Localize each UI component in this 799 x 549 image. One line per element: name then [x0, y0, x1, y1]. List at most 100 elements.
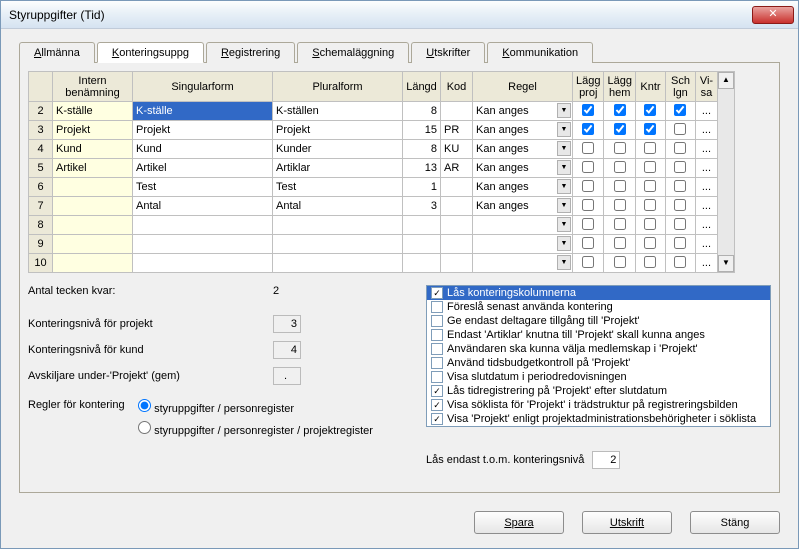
column-header[interactable]: Längd	[403, 72, 441, 102]
table-row[interactable]: 5ArtikelArtikelArtiklar13ARKan anges▼...	[29, 159, 718, 178]
chevron-down-icon[interactable]: ▼	[557, 217, 571, 232]
ellipsis-button[interactable]: ...	[695, 140, 717, 159]
ellipsis-button[interactable]: ...	[695, 216, 717, 235]
option-item[interactable]: ✓Visa söklista för 'Projekt' i trädstruk…	[427, 398, 770, 412]
column-header[interactable]: Vi-sa	[695, 72, 717, 102]
column-header[interactable]: Kod	[441, 72, 473, 102]
ellipsis-button[interactable]: ...	[695, 235, 717, 254]
radio-opt-1[interactable]	[138, 399, 151, 412]
ellipsis-button[interactable]: ...	[695, 197, 717, 216]
grid-checkbox[interactable]	[644, 180, 656, 192]
tab-schemaläggning[interactable]: Schemaläggning	[297, 42, 409, 63]
grid-checkbox[interactable]	[582, 142, 594, 154]
column-header[interactable]: Läggproj	[573, 72, 604, 102]
option-item[interactable]: Använd tidsbudgetkontroll på 'Projekt'	[427, 356, 770, 370]
table-row[interactable]: 10▼...	[29, 254, 718, 273]
grid-checkbox[interactable]	[644, 237, 656, 249]
grid-checkbox[interactable]	[614, 199, 626, 211]
chevron-down-icon[interactable]: ▼	[557, 255, 571, 270]
grid-checkbox[interactable]	[674, 180, 686, 192]
option-item[interactable]: Ge endast deltagare tillgång till 'Proje…	[427, 314, 770, 328]
grid-checkbox[interactable]	[614, 218, 626, 230]
option-item[interactable]: Användaren ska kunna välja medlemskap i …	[427, 342, 770, 356]
grid-checkbox[interactable]	[644, 123, 656, 135]
grid-checkbox[interactable]	[614, 180, 626, 192]
grid-checkbox[interactable]	[614, 256, 626, 268]
grid-checkbox[interactable]	[582, 199, 594, 211]
projekt-level-input[interactable]	[273, 315, 301, 333]
option-item[interactable]: ✓Visa 'Projekt' enligt projektadministra…	[427, 412, 770, 426]
grid-checkbox[interactable]	[674, 161, 686, 173]
grid-checkbox[interactable]	[614, 161, 626, 173]
radio-opt-2[interactable]	[138, 421, 151, 434]
chevron-down-icon[interactable]: ▼	[557, 122, 571, 137]
grid-checkbox[interactable]	[644, 161, 656, 173]
column-header[interactable]: Singularform	[133, 72, 273, 102]
ellipsis-button[interactable]: ...	[695, 159, 717, 178]
grid-checkbox[interactable]	[582, 123, 594, 135]
option-item[interactable]: Endast 'Artiklar' knutna till 'Projekt' …	[427, 328, 770, 342]
column-header[interactable]: Internbenämning	[53, 72, 133, 102]
table-row[interactable]: 6TestTest1Kan anges▼...	[29, 178, 718, 197]
grid-checkbox[interactable]	[582, 104, 594, 116]
grid-checkbox[interactable]	[644, 199, 656, 211]
grid-checkbox[interactable]	[582, 218, 594, 230]
table-row[interactable]: 3ProjektProjektProjekt15PRKan anges▼...	[29, 121, 718, 140]
table-row[interactable]: 4KundKundKunder8KUKan anges▼...	[29, 140, 718, 159]
option-item[interactable]: ✓Lås tidregistrering på 'Projekt' efter …	[427, 384, 770, 398]
grid-checkbox[interactable]	[674, 104, 686, 116]
grid-checkbox[interactable]	[644, 142, 656, 154]
chevron-down-icon[interactable]: ▼	[557, 141, 571, 156]
checkbox-icon[interactable]	[431, 371, 443, 383]
kund-level-input[interactable]	[273, 341, 301, 359]
chevron-down-icon[interactable]: ▼	[557, 179, 571, 194]
tab-konteringsuppg[interactable]: Konteringsuppg	[97, 42, 204, 63]
grid-checkbox[interactable]	[674, 256, 686, 268]
checkbox-icon[interactable]	[431, 329, 443, 341]
close-icon[interactable]: ✕	[752, 6, 794, 24]
ellipsis-button[interactable]: ...	[695, 121, 717, 140]
grid-checkbox[interactable]	[674, 199, 686, 211]
grid-checkbox[interactable]	[614, 142, 626, 154]
grid-checkbox[interactable]	[614, 123, 626, 135]
checkbox-icon[interactable]	[431, 357, 443, 369]
options-list[interactable]: ✓Lås konteringskolumnernaFöreslå senast …	[426, 285, 771, 427]
scroll-down-icon[interactable]: ▼	[718, 255, 734, 272]
grid-checkbox[interactable]	[614, 237, 626, 249]
column-header[interactable]: Pluralform	[273, 72, 403, 102]
column-header[interactable]: Schlgn	[665, 72, 695, 102]
checkbox-icon[interactable]: ✓	[431, 385, 443, 397]
checkbox-icon[interactable]	[431, 315, 443, 327]
option-item[interactable]: ✓Lås konteringskolumnerna	[427, 286, 770, 300]
checkbox-icon[interactable]: ✓	[431, 413, 443, 425]
column-header[interactable]	[29, 72, 53, 102]
grid-checkbox[interactable]	[582, 256, 594, 268]
grid-scrollbar[interactable]: ▲ ▼	[718, 71, 735, 273]
grid-checkbox[interactable]	[674, 142, 686, 154]
avskilj-input[interactable]	[273, 367, 301, 385]
ellipsis-button[interactable]: ...	[695, 102, 717, 121]
chevron-down-icon[interactable]: ▼	[557, 236, 571, 251]
column-header[interactable]: Lägghem	[604, 72, 635, 102]
tab-kommunikation[interactable]: Kommunikation	[487, 42, 593, 63]
lock-level-input[interactable]	[592, 451, 620, 469]
scroll-up-icon[interactable]: ▲	[718, 72, 734, 89]
grid-checkbox[interactable]	[644, 218, 656, 230]
grid-checkbox[interactable]	[674, 123, 686, 135]
tab-utskrifter[interactable]: Utskrifter	[411, 42, 485, 63]
chevron-down-icon[interactable]: ▼	[557, 103, 571, 118]
checkbox-icon[interactable]: ✓	[431, 399, 443, 411]
ellipsis-button[interactable]: ...	[695, 178, 717, 197]
chevron-down-icon[interactable]: ▼	[557, 160, 571, 175]
ellipsis-button[interactable]: ...	[695, 254, 717, 273]
option-item[interactable]: Visa slutdatum i periodredovisningen	[427, 370, 770, 384]
print-button[interactable]: Utskrift	[582, 511, 672, 534]
grid-checkbox[interactable]	[614, 104, 626, 116]
grid-checkbox[interactable]	[582, 180, 594, 192]
column-header[interactable]: Regel	[473, 72, 573, 102]
table-row[interactable]: 7AntalAntal3Kan anges▼...	[29, 197, 718, 216]
tab-allmänna[interactable]: Allmänna	[19, 42, 95, 63]
table-row[interactable]: 2K-ställeK-ställeK-ställen8Kan anges▼...	[29, 102, 718, 121]
chevron-down-icon[interactable]: ▼	[557, 198, 571, 213]
checkbox-icon[interactable]	[431, 343, 443, 355]
